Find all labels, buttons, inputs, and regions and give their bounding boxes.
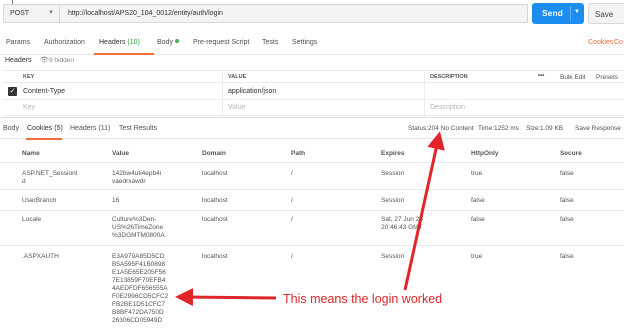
- annotation-text: This means the login worked: [283, 292, 443, 306]
- arrow-to-status: [403, 131, 445, 291]
- annotation-arrows: [175, 131, 445, 307]
- arrow-to-aspxauth: [175, 288, 277, 307]
